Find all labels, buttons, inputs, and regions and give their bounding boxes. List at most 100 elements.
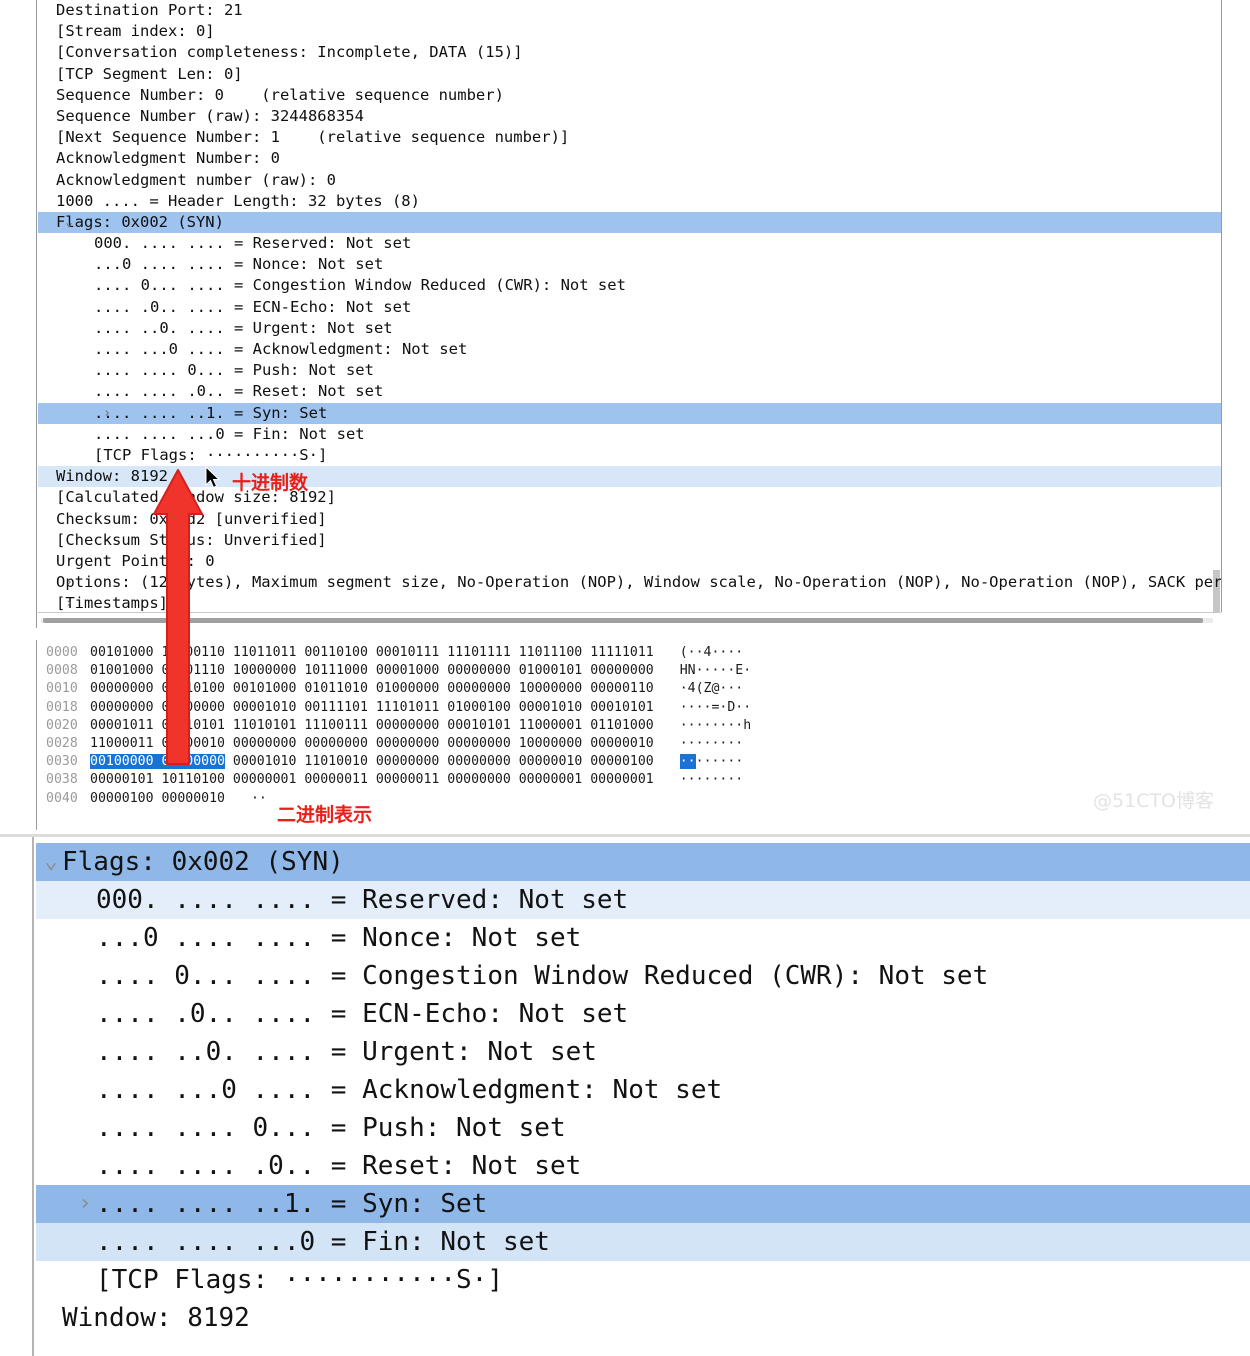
zoomed-tree-row[interactable]: ›.... .... ..1. = Syn: Set	[36, 1185, 1250, 1223]
detail-tree-row[interactable]: [Checksum Status: Unverified]	[38, 530, 1221, 551]
detail-tree-row[interactable]: Acknowledgment number (raw): 0	[38, 170, 1221, 191]
chevron-right-icon[interactable]: ›	[60, 593, 78, 612]
detail-tree-row[interactable]: [Stream index: 0]	[38, 21, 1221, 42]
detail-tree-row-label: .... .... .0.. = Reset: Not set	[94, 382, 384, 401]
zoomed-tree-row[interactable]: 000. .... .... = Reserved: Not set	[36, 881, 1250, 919]
decimal-annotation-label: 十进制数	[232, 472, 309, 494]
chevron-right-icon[interactable]: ›	[98, 403, 116, 424]
detail-tree-row[interactable]: 000. .... .... = Reserved: Not set	[38, 233, 1221, 254]
zoomed-tree-row[interactable]: .... .... ...0 = Fin: Not set	[36, 1223, 1250, 1261]
detail-tree-row[interactable]: Destination Port: 21	[38, 0, 1221, 21]
chevron-down-icon[interactable]: ⌄	[40, 843, 62, 881]
hex-dump-row[interactable]: 0028 11000011 00000010 00000000 00000000 …	[38, 735, 1238, 753]
detail-tree-row[interactable]: [Conversation completeness: Incomplete, …	[38, 42, 1221, 63]
detail-tree-row-label: Sequence Number: 0 (relative sequence nu…	[56, 85, 504, 104]
detail-tree-row[interactable]: ...0 .... .... = Nonce: Not set	[38, 254, 1221, 275]
zoomed-tree-row-label: .... .... ..1. = Syn: Set	[96, 1189, 488, 1219]
zoomed-tree-row[interactable]: .... .... .0.. = Reset: Not set	[36, 1147, 1250, 1185]
hex-dump-row[interactable]: 0038 00000101 10110100 00000001 00000011 …	[38, 771, 1238, 789]
detail-tree-row[interactable]: .... 0... .... = Congestion Window Reduc…	[38, 275, 1221, 296]
zoomed-tree-row[interactable]: .... ..0. .... = Urgent: Not set	[36, 1033, 1250, 1071]
detail-tree-row-label: 000. .... .... = Reserved: Not set	[94, 234, 412, 253]
detail-tree-row[interactable]: › Options: (12 bytes), Maximum segment si…	[38, 572, 1221, 593]
detail-tree-row[interactable]: Sequence Number: 0 (relative sequence nu…	[38, 85, 1221, 106]
detail-tree-row[interactable]: Checksum: 0x0ad2 [unverified]	[38, 509, 1221, 530]
zoomed-tree-row[interactable]: .... .0.. .... = ECN-Echo: Not set	[36, 995, 1250, 1033]
hex-offset: 0020	[46, 717, 78, 733]
hex-dump-row[interactable]: 0018 00000000 00000000 00001010 00111101 …	[38, 699, 1238, 717]
detail-tree-row-label: .... .... ..1. = Syn: Set	[94, 403, 328, 422]
hex-bytes[interactable]: 00000101 10110100 00000001 00000011 0000…	[90, 771, 654, 789]
detail-tree-row-label: .... .... 0... = Push: Not set	[94, 361, 374, 380]
detail-tree-row[interactable]: Sequence Number (raw): 3244868354	[38, 106, 1221, 127]
hex-dump-row[interactable]: 0030 00100000 00000000 00001010 11010010 …	[38, 753, 1238, 771]
hex-dump-rows[interactable]: 0000 00101000 10100110 11011011 00110100 …	[38, 644, 1238, 808]
detail-tree-row-label: .... 0... .... = Congestion Window Reduc…	[94, 276, 626, 295]
detail-tree-row-label: .... .... ...0 = Fin: Not set	[94, 424, 365, 443]
hex-ascii[interactable]: ········h	[680, 717, 751, 735]
zoomed-tree-row[interactable]: .... .... 0... = Push: Not set	[36, 1109, 1250, 1147]
detail-tree-row[interactable]: .... ...0 .... = Acknowledgment: Not set	[38, 339, 1221, 360]
detail-tree-row[interactable]: .... .... 0... = Push: Not set	[38, 360, 1221, 381]
detail-tree-row[interactable]: ›.... .... ..1. = Syn: Set	[38, 402, 1221, 424]
horizontal-scrollbar[interactable]	[38, 612, 1221, 628]
chevron-down-icon[interactable]: ⌄	[60, 212, 78, 233]
zoomed-tree-row[interactable]: .... 0... .... = Congestion Window Reduc…	[36, 957, 1250, 995]
hex-ascii[interactable]: ··	[251, 790, 267, 808]
detail-tree-row-label: [Stream index: 0]	[56, 22, 215, 41]
hex-dump-row[interactable]: 0008 01001000 01001110 10000000 10111000 …	[38, 662, 1238, 680]
hex-dump-row[interactable]: 0000 00101000 10100110 11011011 00110100 …	[38, 644, 1238, 662]
zoomed-flags-tree[interactable]: ⌄ Flags: 0x002 (SYN) 000. .... .... = Rese…	[36, 843, 1250, 1356]
detail-tree-row[interactable]: .... .0.. .... = ECN-Echo: Not set	[38, 297, 1221, 318]
hex-ascii[interactable]: ········	[679, 753, 743, 771]
detail-tree-row[interactable]: .... .... .0.. = Reset: Not set	[38, 381, 1221, 402]
hex-ascii[interactable]: ·4(Z@···	[680, 680, 744, 698]
zoomed-tree-row-label: .... .... ...0 = Fin: Not set	[96, 1227, 550, 1257]
hex-offset: 0008	[46, 663, 78, 679]
zoomed-tree-row-label: Window: 8192	[62, 1303, 250, 1333]
zoomed-flags-panel: ⌄ Flags: 0x002 (SYN) 000. .... .... = Rese…	[0, 834, 1250, 1356]
zoomed-tree-row[interactable]: .... ...0 .... = Acknowledgment: Not set	[36, 1071, 1250, 1109]
zoomed-tree-row[interactable]: ...0 .... .... = Nonce: Not set	[36, 919, 1250, 957]
detail-tree-row-label: ...0 .... .... = Nonce: Not set	[94, 255, 384, 274]
hex-ascii[interactable]: (··4····	[680, 644, 744, 662]
hex-offset: 0010	[46, 681, 78, 697]
detail-tree-row[interactable]: [TCP Flags: ··········S·]	[38, 445, 1221, 466]
packet-detail-tree[interactable]: Destination Port: 21 [Stream index: 0] [Co…	[38, 0, 1221, 612]
detail-tree-row-label: Acknowledgment number (raw): 0	[56, 170, 336, 189]
hex-ascii[interactable]: HN·····E·	[680, 662, 751, 680]
detail-tree-row-label: .... .0.. .... = ECN-Echo: Not set	[94, 297, 412, 316]
hex-ascii[interactable]: ········	[680, 735, 744, 753]
detail-tree-row-label: 1000 .... = Header Length: 32 bytes (8)	[56, 191, 420, 210]
detail-tree-row[interactable]: Urgent Pointer: 0	[38, 551, 1221, 572]
detail-tree-row-label: [Conversation completeness: Incomplete, …	[56, 43, 523, 62]
zoomed-tree-row[interactable]: [TCP Flags: ···········S·]	[36, 1261, 1250, 1299]
detail-tree-row[interactable]: 1000 .... = Header Length: 32 bytes (8)	[38, 191, 1221, 212]
zoomed-tree-row-label: .... .... 0... = Push: Not set	[96, 1113, 566, 1143]
detail-tree-row[interactable]: .... .... ...0 = Fin: Not set	[38, 424, 1221, 445]
hex-offset: 0000	[46, 645, 78, 660]
detail-tree-row[interactable]: ⌄ Flags: 0x002 (SYN)	[38, 211, 1221, 234]
hex-dump-row[interactable]: 0040 00000100 00000010 ··	[38, 790, 1238, 808]
hex-bytes[interactable]: 00000100 00000010	[90, 790, 225, 808]
detail-tree-row-label: .... ...0 .... = Acknowledgment: Not set	[94, 340, 468, 358]
zoomed-tree-row-label: .... .... .0.. = Reset: Not set	[96, 1151, 582, 1181]
detail-tree-row[interactable]: Acknowledgment Number: 0	[38, 148, 1221, 169]
detail-tree-row-label: [TCP Flags: ··········S·]	[94, 445, 328, 464]
detail-tree-row[interactable]: [Next Sequence Number: 1 (relative seque…	[38, 127, 1221, 148]
chevron-right-icon[interactable]: ›	[60, 572, 78, 593]
detail-tree-row[interactable]: › [Timestamps]	[38, 593, 1221, 612]
chevron-right-icon[interactable]: ›	[74, 1185, 96, 1223]
zoomed-tree-row[interactable]: Window: 8192	[36, 1299, 1250, 1337]
hex-ascii[interactable]: ········	[680, 771, 744, 789]
hex-ascii[interactable]: ····=·D··	[680, 699, 751, 717]
detail-tree-row[interactable]: [TCP Segment Len: 0]	[38, 64, 1221, 85]
hex-dump-row[interactable]: 0010 00000000 00110100 00101000 01011010 …	[38, 680, 1238, 698]
hex-offset: 0030	[46, 754, 78, 770]
hex-dump-row[interactable]: 0020 00001011 00010101 11010101 11100111 …	[38, 717, 1238, 735]
detail-tree-row[interactable]: .... ..0. .... = Urgent: Not set	[38, 318, 1221, 339]
hex-offset: 0018	[46, 699, 78, 715]
horizontal-scrollbar-thumb[interactable]	[43, 618, 1203, 623]
zoomed-tree-row[interactable]: ⌄ Flags: 0x002 (SYN)	[36, 843, 1250, 881]
red-annotation-arrow	[153, 469, 203, 765]
